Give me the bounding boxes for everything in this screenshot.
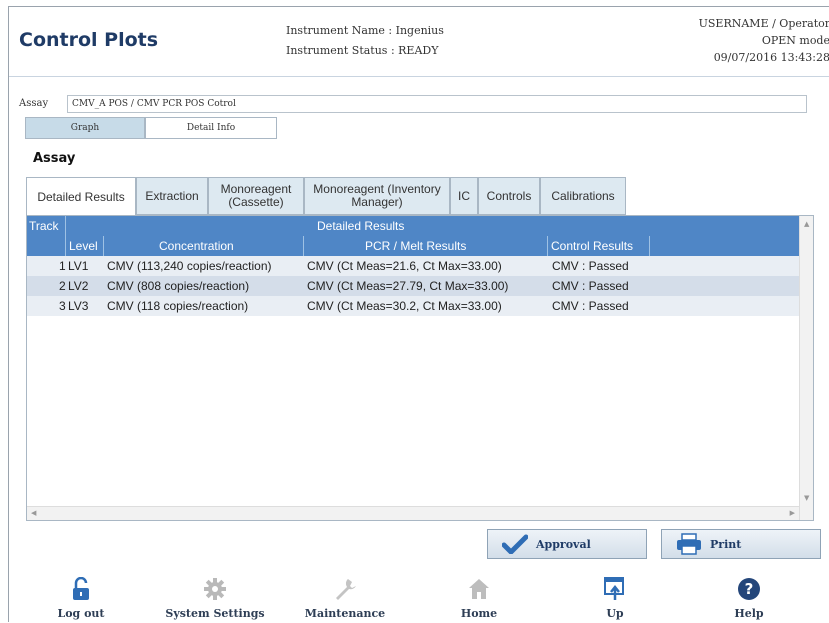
- system-settings-label: System Settings: [165, 607, 265, 620]
- home-label: Home: [460, 607, 498, 620]
- footer-toolbar: Log out System Settings Maintenance Home…: [9, 577, 829, 623]
- table-column-header: Level Concentration PCR / Melt Results C…: [27, 236, 799, 256]
- column-control-results[interactable]: Control Results: [551, 239, 633, 253]
- tab-controls[interactable]: Controls: [478, 177, 540, 215]
- tab-graph[interactable]: Graph: [25, 117, 145, 139]
- maintenance-button[interactable]: Maintenance: [285, 577, 405, 620]
- table-row[interactable]: 2 LV2 CMV (808 copies/reaction) CMV (Ct …: [27, 276, 799, 296]
- up-label: Up: [606, 607, 624, 620]
- svg-text:?: ?: [745, 580, 754, 598]
- column-pcr-melt[interactable]: PCR / Melt Results: [365, 239, 466, 253]
- tab-calibrations[interactable]: Calibrations: [540, 177, 626, 215]
- approval-button[interactable]: Approval: [487, 529, 647, 559]
- cell-level: LV2: [68, 279, 89, 293]
- column-concentration[interactable]: Concentration: [159, 239, 234, 253]
- cell-track: 2: [59, 279, 66, 293]
- assay-label: Assay: [19, 98, 49, 109]
- cell-concentration: CMV (113,240 copies/reaction): [107, 259, 272, 273]
- user-info: USERNAME / Operator OPEN mode 09/07/2016…: [699, 15, 829, 66]
- cell-track: 3: [59, 299, 66, 313]
- table-group-header: Track Detailed Results: [27, 216, 799, 236]
- printer-icon: [677, 533, 701, 555]
- instrument-status: Instrument Status : READY: [286, 44, 439, 57]
- vertical-scrollbar[interactable]: ▲ ▼: [799, 216, 813, 520]
- help-icon: ?: [738, 578, 760, 600]
- system-settings-button[interactable]: System Settings: [155, 577, 275, 620]
- wrench-icon: [336, 579, 356, 600]
- print-label: Print: [710, 537, 742, 551]
- access-mode: OPEN mode: [761, 34, 829, 47]
- section-title: Assay: [33, 151, 76, 166]
- table-row[interactable]: 1 LV1 CMV (113,240 copies/reaction) CMV …: [27, 256, 799, 276]
- cell-track: 1: [59, 259, 66, 273]
- cell-pcr: CMV (Ct Meas=30.2, Ct Max=33.00): [307, 299, 502, 313]
- app-window: Control Plots Instrument Name : Ingenius…: [8, 6, 829, 622]
- current-datetime: 09/07/2016 13:43:28: [713, 51, 829, 64]
- cell-pcr: CMV (Ct Meas=27.79, Ct Max=33.00): [307, 279, 509, 293]
- header: Control Plots Instrument Name : Ingenius…: [9, 7, 829, 77]
- gear-icon: [204, 578, 226, 600]
- detailed-results-header: Detailed Results: [317, 219, 405, 233]
- up-button[interactable]: Up: [555, 577, 675, 620]
- tab-ic[interactable]: IC: [450, 177, 478, 215]
- tab-monoreagent-inventory[interactable]: Monoreagent (Inventory Manager): [304, 177, 450, 215]
- cell-level: LV3: [68, 299, 89, 313]
- maintenance-label: Maintenance: [304, 607, 386, 620]
- approval-label: Approval: [536, 537, 591, 551]
- up-icon: [604, 577, 624, 600]
- logout-label: Log out: [57, 607, 105, 620]
- home-icon: [469, 579, 489, 599]
- cell-concentration: CMV (118 copies/reaction): [107, 299, 249, 313]
- cell-control: CMV : Passed: [552, 299, 629, 313]
- logout-button[interactable]: Log out: [21, 577, 141, 620]
- lock-open-icon: [73, 577, 89, 600]
- instrument-info: Instrument Name : Ingenius Instrument St…: [286, 21, 444, 61]
- cell-control: CMV : Passed: [552, 279, 629, 293]
- cell-level: LV1: [68, 259, 89, 273]
- column-level[interactable]: Level: [69, 239, 98, 253]
- cell-concentration: CMV (808 copies/reaction): [107, 279, 250, 293]
- home-button[interactable]: Home: [419, 577, 539, 620]
- track-header: Track: [29, 219, 59, 233]
- help-button[interactable]: ? Help: [689, 577, 809, 620]
- horizontal-scrollbar[interactable]: ◀ ▶: [27, 506, 799, 520]
- page-title: Control Plots: [19, 29, 159, 51]
- assay-field[interactable]: CMV_A POS / CMV PCR POS Cotrol: [67, 95, 807, 113]
- checkmark-icon: [502, 534, 528, 554]
- tab-detail-info[interactable]: Detail Info: [145, 117, 277, 139]
- results-table: Track Detailed Results Level Concentrati…: [26, 215, 814, 521]
- print-button[interactable]: Print: [661, 529, 821, 559]
- tab-detailed-results[interactable]: Detailed Results: [26, 177, 136, 217]
- user-name: USERNAME / Operator: [698, 17, 829, 30]
- instrument-name: Instrument Name : Ingenius: [286, 24, 444, 37]
- table-row[interactable]: 3 LV3 CMV (118 copies/reaction) CMV (Ct …: [27, 296, 799, 316]
- cell-control: CMV : Passed: [552, 259, 629, 273]
- help-label: Help: [734, 607, 764, 620]
- tab-monoreagent-cassette[interactable]: Monoreagent (Cassette): [208, 177, 304, 215]
- tab-extraction[interactable]: Extraction: [136, 177, 208, 215]
- cell-pcr: CMV (Ct Meas=21.6, Ct Max=33.00): [307, 259, 502, 273]
